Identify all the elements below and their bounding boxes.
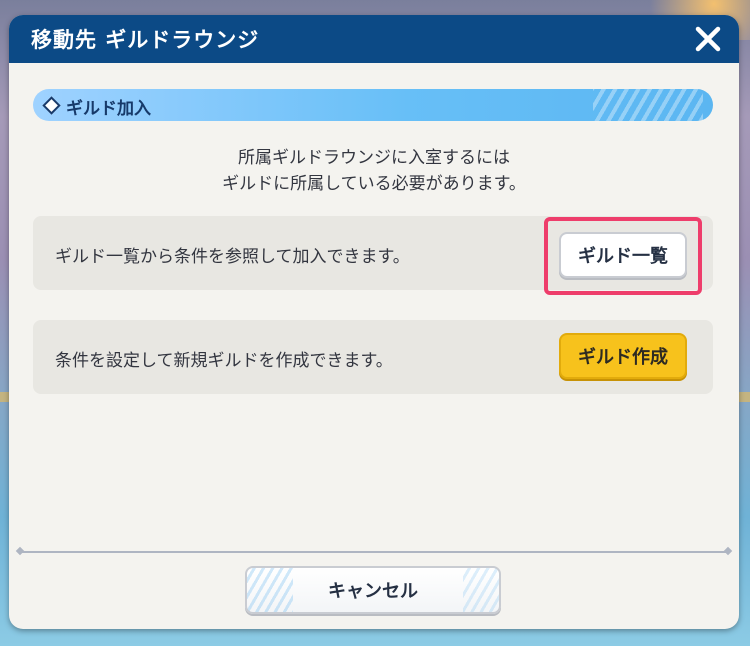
create-guild-button[interactable]: ギルド作成 [559, 333, 687, 379]
cancel-button-decoration-right [463, 568, 499, 612]
section-header-label: ギルド加入 [66, 99, 151, 119]
cancel-button-decoration-left [247, 568, 293, 612]
cancel-button-label: キャンセル [328, 581, 418, 602]
section-bar-decoration [593, 89, 703, 121]
option-text-guild-list: ギルド一覧から条件を参照して加入できます。 [55, 247, 410, 267]
option-text-create-guild: 条件を設定して新規ギルドを作成できます。 [55, 351, 393, 371]
dialog-header: 移動先 ギルドラウンジ [9, 15, 739, 63]
info-line-1: 所属ギルドラウンジに入室するには [238, 148, 510, 168]
info-message: 所属ギルドラウンジに入室するには ギルドに所属している必要があります。 [9, 145, 739, 197]
diamond-icon [42, 96, 61, 115]
section-header-bar: ギルド加入 [33, 89, 713, 121]
close-icon [695, 26, 721, 52]
section-header: ギルド加入 [42, 94, 151, 119]
footer-divider [19, 551, 729, 553]
info-line-2: ギルドに所属している必要があります。 [222, 174, 526, 194]
guild-list-button[interactable]: ギルド一覧 [559, 232, 687, 278]
guild-lounge-dialog: 移動先 ギルドラウンジ ギルド加入 所属ギルドラウンジに入室するには ギルドに所… [9, 15, 739, 629]
close-button[interactable] [691, 22, 725, 56]
dialog-title: 移動先 ギルドラウンジ [31, 28, 260, 52]
cancel-button[interactable]: キャンセル [245, 566, 501, 614]
